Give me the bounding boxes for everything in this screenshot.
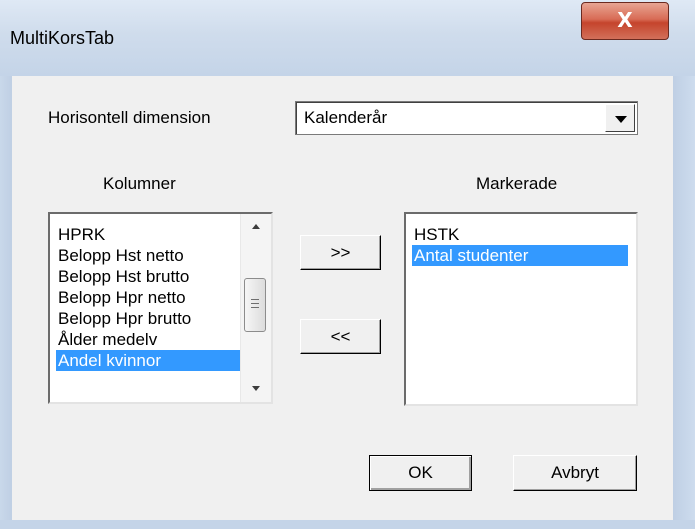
window-frame-bottom xyxy=(0,520,695,529)
list-item[interactable]: Belopp Hpr brutto xyxy=(56,308,271,329)
window-title: MultiKorsTab xyxy=(10,28,115,48)
list-item[interactable]: Antal studenter xyxy=(412,245,628,266)
grip-line xyxy=(251,299,259,300)
horizontal-dimension-label: Horisontell dimension xyxy=(48,108,211,127)
chevron-down-icon xyxy=(615,116,627,123)
dialog-window: MultiKorsTab X Horisontell dimension Kal… xyxy=(0,0,695,529)
grip-line xyxy=(251,303,259,304)
window-frame-right xyxy=(673,76,695,529)
close-icon: X xyxy=(617,8,633,32)
dropdown-button[interactable] xyxy=(605,104,635,132)
marked-label: Markerade xyxy=(476,174,558,193)
columns-label: Kolumner xyxy=(103,174,176,193)
list-item[interactable]: HPRK xyxy=(56,224,271,245)
title-bar[interactable]: MultiKorsTab X xyxy=(0,0,695,77)
arrow-up-icon xyxy=(252,224,260,229)
ok-button[interactable]: OK xyxy=(369,455,472,491)
list-item[interactable]: Ålder medelv xyxy=(56,329,271,350)
scroll-up-button[interactable] xyxy=(241,214,271,240)
list-item[interactable]: Andel kvinnor xyxy=(56,350,271,371)
marked-list: HSTK Antal studenter xyxy=(412,224,628,266)
grip-line xyxy=(251,307,259,308)
scroll-down-button[interactable] xyxy=(241,376,271,402)
horizontal-dimension-value: Kalenderår xyxy=(304,108,388,127)
arrow-down-icon xyxy=(252,386,260,391)
horizontal-dimension-select[interactable]: Kalenderår xyxy=(295,101,638,135)
add-button[interactable]: >> xyxy=(300,235,381,270)
remove-button[interactable]: << xyxy=(300,319,381,354)
marked-listbox[interactable]: HSTK Antal studenter xyxy=(404,212,638,406)
window-frame-left xyxy=(0,76,12,529)
cancel-button[interactable]: Avbryt xyxy=(513,455,637,491)
close-button[interactable]: X xyxy=(581,2,669,40)
columns-scrollbar[interactable] xyxy=(240,214,271,402)
scroll-thumb[interactable] xyxy=(244,278,266,332)
list-item[interactable]: Belopp Hpr netto xyxy=(56,287,271,308)
list-item[interactable]: Belopp Hst netto xyxy=(56,245,271,266)
list-item[interactable]: HSTK xyxy=(412,224,628,245)
list-item[interactable]: Belopp Hst brutto xyxy=(56,266,271,287)
columns-listbox[interactable]: HPRK Belopp Hst netto Belopp Hst brutto Bel… xyxy=(48,212,273,404)
columns-list: HPRK Belopp Hst netto Belopp Hst brutto Bel… xyxy=(56,224,271,371)
